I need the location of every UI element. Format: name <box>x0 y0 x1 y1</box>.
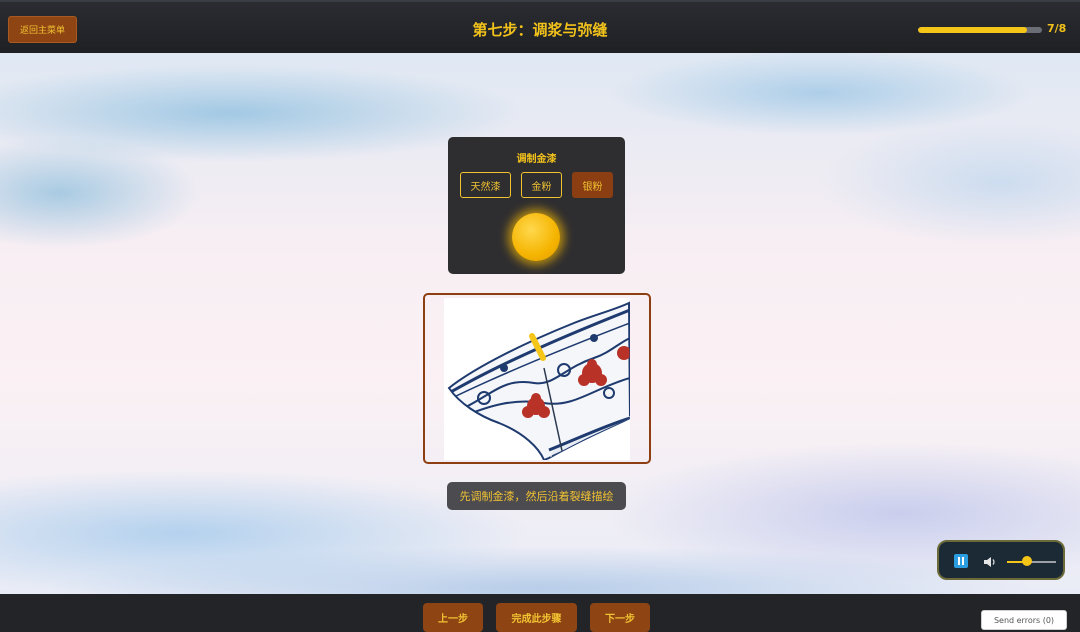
gold-lacquer-mix-panel: 调制金漆 天然漆 金粉 银粉 <box>448 137 625 274</box>
mix-panel-title: 调制金漆 <box>516 154 557 165</box>
porcelain-bowl-illustration <box>447 301 632 462</box>
step-progress-bar <box>918 27 1042 33</box>
previous-step-button[interactable]: 上一步 <box>423 603 483 632</box>
porcelain-bowl-image[interactable] <box>444 298 632 462</box>
ingredient-gold-powder-button[interactable]: 金粉 <box>521 172 562 198</box>
workspace-stage: 调制金漆 天然漆 金粉 银粉 先调制金漆，然后沿着裂缝描绘 <box>0 53 1080 594</box>
bottom-bar: 上一步 完成此步骤 下一步 Send errors (0) <box>0 594 1080 632</box>
mixture-bowl-preview <box>512 213 560 261</box>
step-progress-text: 7/8 <box>1047 22 1067 35</box>
audio-player <box>937 540 1065 580</box>
send-errors-button[interactable]: Send errors (0) <box>981 610 1067 630</box>
complete-step-button[interactable]: 完成此步骤 <box>496 603 577 632</box>
instruction-hint: 先调制金漆，然后沿着裂缝描绘 <box>447 482 626 510</box>
next-step-button[interactable]: 下一步 <box>590 603 650 632</box>
speaker-icon[interactable] <box>983 555 997 569</box>
ingredient-natural-lacquer-button[interactable]: 天然漆 <box>460 172 511 198</box>
volume-slider-knob[interactable] <box>1021 556 1032 566</box>
ingredient-silver-powder-button[interactable]: 银粉 <box>572 172 613 198</box>
pause-icon[interactable] <box>954 554 968 568</box>
repair-canvas-frame[interactable] <box>423 293 651 464</box>
step-progress-fill <box>918 27 1027 33</box>
top-bar: 返回主菜单 第七步：调浆与弥缝 7/8 <box>0 0 1080 53</box>
